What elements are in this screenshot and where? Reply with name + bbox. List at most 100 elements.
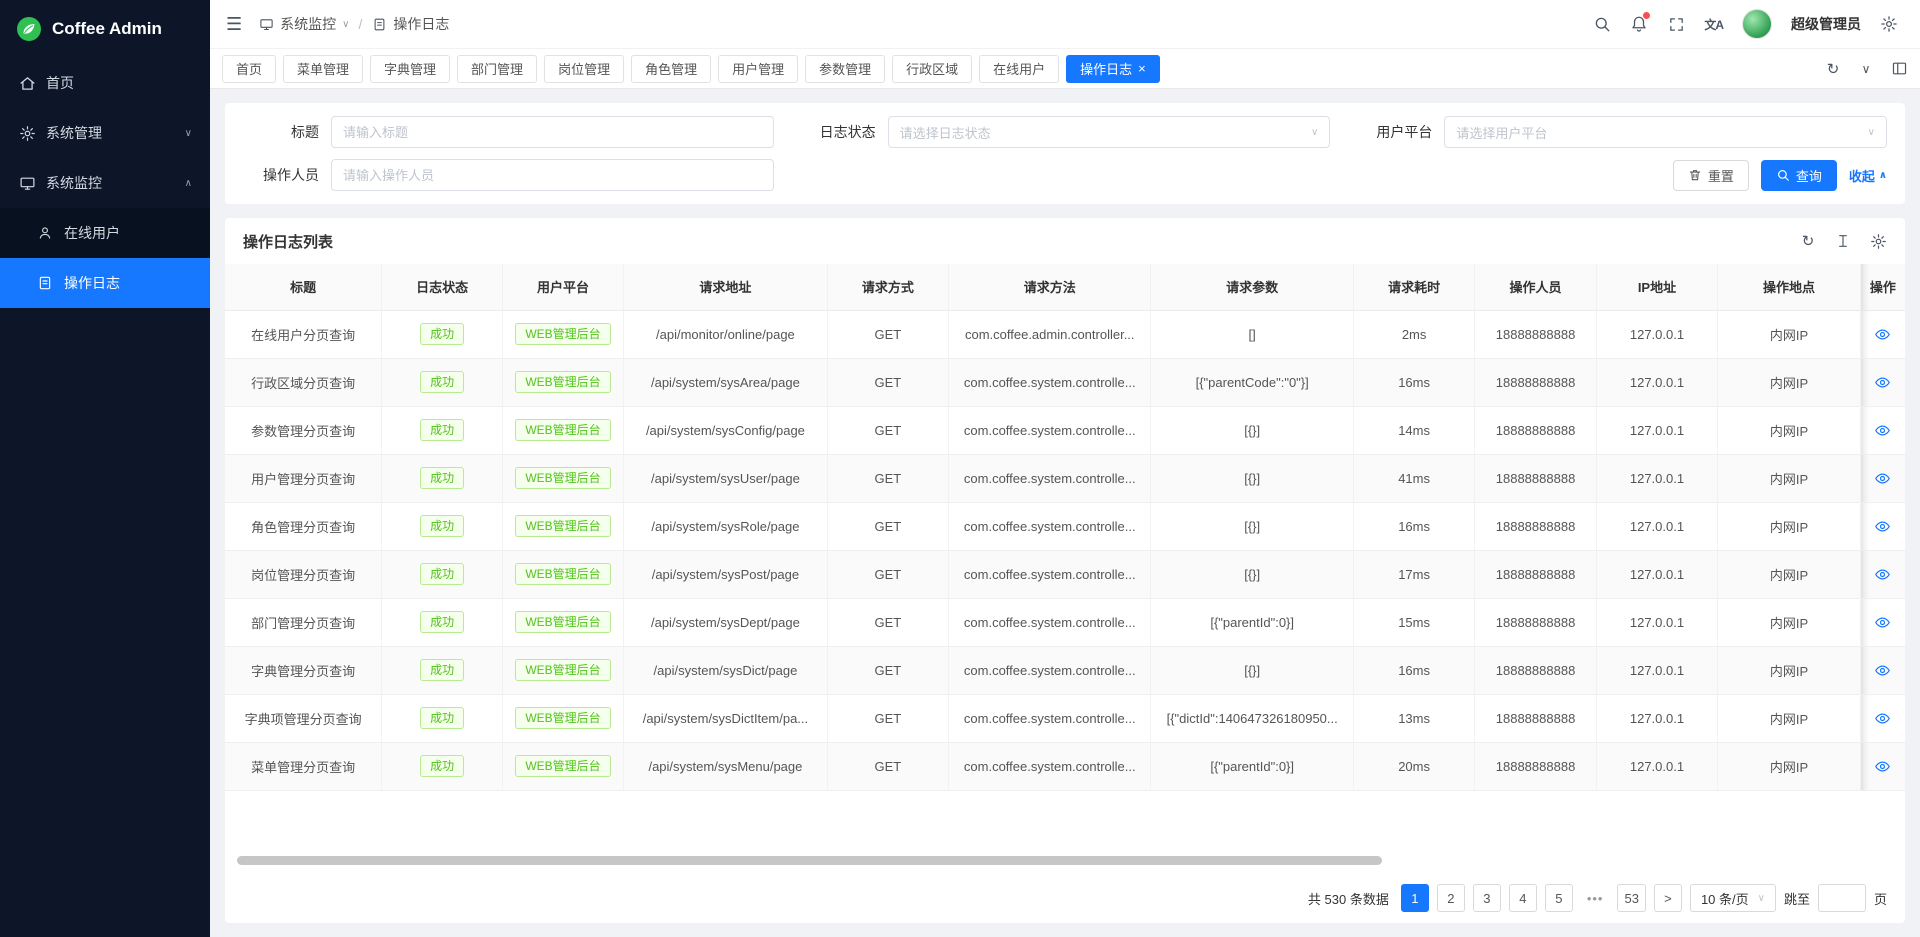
sidebar-item-label: 在线用户: [64, 223, 192, 243]
view-detail-eye-icon[interactable]: [1874, 710, 1891, 727]
operator-input[interactable]: [331, 159, 774, 191]
tabs-dropdown-icon[interactable]: ∨: [1857, 60, 1875, 78]
logo-leaf-icon: [16, 16, 42, 42]
params-cell: [{}]: [1151, 406, 1353, 454]
breadcrumb-operation-log[interactable]: 操作日志: [371, 14, 449, 34]
user-name[interactable]: 超级管理员: [1791, 14, 1861, 34]
tab-active[interactable]: 操作日志 ×: [1066, 55, 1160, 83]
select-placeholder: 请选择用户平台: [1456, 123, 1547, 142]
title-cell: 在线用户分页查询: [225, 310, 382, 358]
page-size-select[interactable]: 10 条/页 ∨: [1690, 884, 1776, 912]
refresh-icon[interactable]: ↻: [1799, 232, 1817, 250]
tab-item[interactable]: 行政区域: [892, 55, 972, 83]
url-cell: /api/system/sysDict/page: [624, 646, 827, 694]
sidebar-item-online-users[interactable]: 在线用户: [0, 208, 210, 258]
action-cell: [1860, 310, 1905, 358]
tab-item[interactable]: 用户管理: [718, 55, 798, 83]
status-cell: 成功: [382, 694, 502, 742]
column-header: 请求方式: [827, 264, 948, 310]
tab-label: 部门管理: [471, 59, 523, 78]
user-avatar[interactable]: [1742, 9, 1772, 39]
platform-cell: WEB管理后台: [502, 646, 623, 694]
page-button[interactable]: 3: [1473, 884, 1501, 912]
view-detail-eye-icon[interactable]: [1874, 662, 1891, 679]
logo[interactable]: Coffee Admin: [0, 0, 210, 58]
column-header: 用户平台: [502, 264, 623, 310]
tab-item[interactable]: 角色管理: [631, 55, 711, 83]
status-cell: 成功: [382, 310, 502, 358]
pagination-total: 共 530 条数据: [1308, 889, 1389, 908]
settings-gear-icon[interactable]: [1880, 15, 1898, 33]
operator-cell: 18888888888: [1475, 694, 1596, 742]
page-button[interactable]: 5: [1545, 884, 1573, 912]
sidebar-item-operation-log[interactable]: 操作日志: [0, 258, 210, 308]
title-cell: 参数管理分页查询: [225, 406, 382, 454]
ip-cell: 127.0.0.1: [1596, 502, 1717, 550]
url-cell: /api/system/sysUser/page: [624, 454, 827, 502]
notification-dot: [1643, 12, 1650, 19]
sidebar-item-system-monitor[interactable]: 系统监控 ∧: [0, 158, 210, 208]
view-detail-eye-icon[interactable]: [1874, 566, 1891, 583]
tab-item[interactable]: 在线用户: [979, 55, 1059, 83]
log-table: 标题日志状态用户平台请求地址请求方式请求方法请求参数请求耗时操作人员IP地址操作…: [225, 264, 1905, 791]
title-input[interactable]: [331, 116, 774, 148]
log-status-label: 日志状态: [800, 122, 888, 142]
tab-item[interactable]: 部门管理: [457, 55, 537, 83]
platform-cell: WEB管理后台: [502, 742, 623, 790]
main-area: ☰ 系统监控 ∨ / 操作日志 文: [210, 0, 1920, 937]
platform-cell: WEB管理后台: [502, 694, 623, 742]
page-button[interactable]: 4: [1509, 884, 1537, 912]
view-detail-eye-icon[interactable]: [1874, 518, 1891, 535]
tab-item[interactable]: 岗位管理: [544, 55, 624, 83]
collapse-sidebar-icon[interactable]: ☰: [226, 14, 242, 35]
log-table-body: 在线用户分页查询成功WEB管理后台/api/monitor/online/pag…: [225, 310, 1905, 790]
notification-bell-icon[interactable]: [1630, 15, 1648, 33]
action-cell: [1860, 598, 1905, 646]
page-button[interactable]: 53: [1617, 884, 1645, 912]
tab-item[interactable]: 菜单管理: [283, 55, 363, 83]
page-button[interactable]: 2: [1437, 884, 1465, 912]
search-icon: [1776, 168, 1790, 182]
collapse-search-link[interactable]: 收起 ∧: [1849, 166, 1887, 185]
log-status-select[interactable]: 请选择日志状态 ∨: [888, 116, 1331, 148]
view-detail-eye-icon[interactable]: [1874, 614, 1891, 631]
view-detail-eye-icon[interactable]: [1874, 470, 1891, 487]
platform-cell: WEB管理后台: [502, 406, 623, 454]
column-settings-gear-icon[interactable]: [1869, 232, 1887, 250]
chevron-up-icon: ∧: [1879, 170, 1887, 181]
ip-cell: 127.0.0.1: [1596, 694, 1717, 742]
tab-item[interactable]: 参数管理: [805, 55, 885, 83]
top-bar: ☰ 系统监控 ∨ / 操作日志 文: [210, 0, 1920, 48]
query-button[interactable]: 查询: [1761, 160, 1837, 191]
search-panel: 标题 日志状态 请选择日志状态 ∨ 用户平台 请选择用户平台: [225, 103, 1905, 204]
view-detail-eye-icon[interactable]: [1874, 326, 1891, 343]
jump-prefix: 跳至: [1784, 889, 1810, 908]
view-detail-eye-icon[interactable]: [1874, 374, 1891, 391]
column-header: 操作: [1860, 264, 1905, 310]
fullscreen-icon[interactable]: [1667, 15, 1685, 33]
tab-item[interactable]: 首页: [222, 55, 276, 83]
jump-page-input[interactable]: [1818, 884, 1866, 912]
tab-label: 行政区域: [906, 59, 958, 78]
platform-cell: WEB管理后台: [502, 502, 623, 550]
search-icon[interactable]: [1593, 15, 1611, 33]
tab-label: 操作日志: [1080, 59, 1132, 78]
layout-icon[interactable]: [1890, 60, 1908, 78]
reset-button[interactable]: 重置: [1673, 160, 1749, 191]
page-button[interactable]: 1: [1401, 884, 1429, 912]
breadcrumb-system-monitor[interactable]: 系统监控 ∨: [258, 14, 349, 34]
tabs-refresh-icon[interactable]: ↻: [1824, 60, 1842, 78]
location-cell: 内网IP: [1718, 598, 1861, 646]
sidebar-item-home[interactable]: 首页: [0, 58, 210, 108]
view-detail-eye-icon[interactable]: [1874, 758, 1891, 775]
horizontal-scrollbar-thumb[interactable]: [237, 856, 1382, 865]
tab-item[interactable]: 字典管理: [370, 55, 450, 83]
density-icon[interactable]: [1834, 232, 1852, 250]
user-platform-select[interactable]: 请选择用户平台 ∨: [1444, 116, 1887, 148]
tab-label: 角色管理: [645, 59, 697, 78]
tab-close-icon[interactable]: ×: [1138, 62, 1146, 75]
view-detail-eye-icon[interactable]: [1874, 422, 1891, 439]
language-translate-icon[interactable]: 文A: [1704, 15, 1723, 33]
next-page-button[interactable]: >: [1654, 884, 1682, 912]
sidebar-item-system-management[interactable]: 系统管理 ∨: [0, 108, 210, 158]
